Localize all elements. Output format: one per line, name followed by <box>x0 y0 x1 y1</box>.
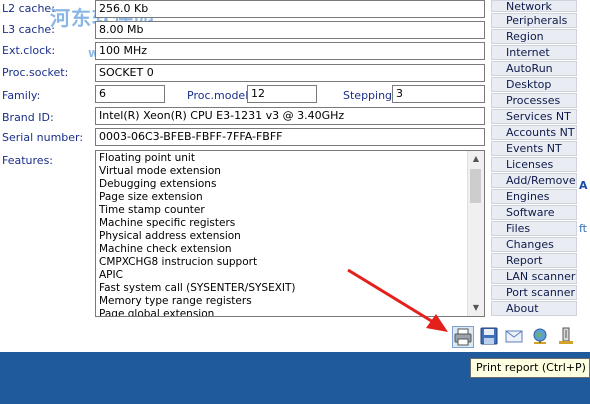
sysinfo-window: 河东软件园 www.pc0359.cn L2 cache: 256.0 Kb L… <box>0 0 590 352</box>
annotation-arrow <box>347 268 448 332</box>
print-report-tooltip: Print report (Ctrl+P) <box>470 358 590 378</box>
